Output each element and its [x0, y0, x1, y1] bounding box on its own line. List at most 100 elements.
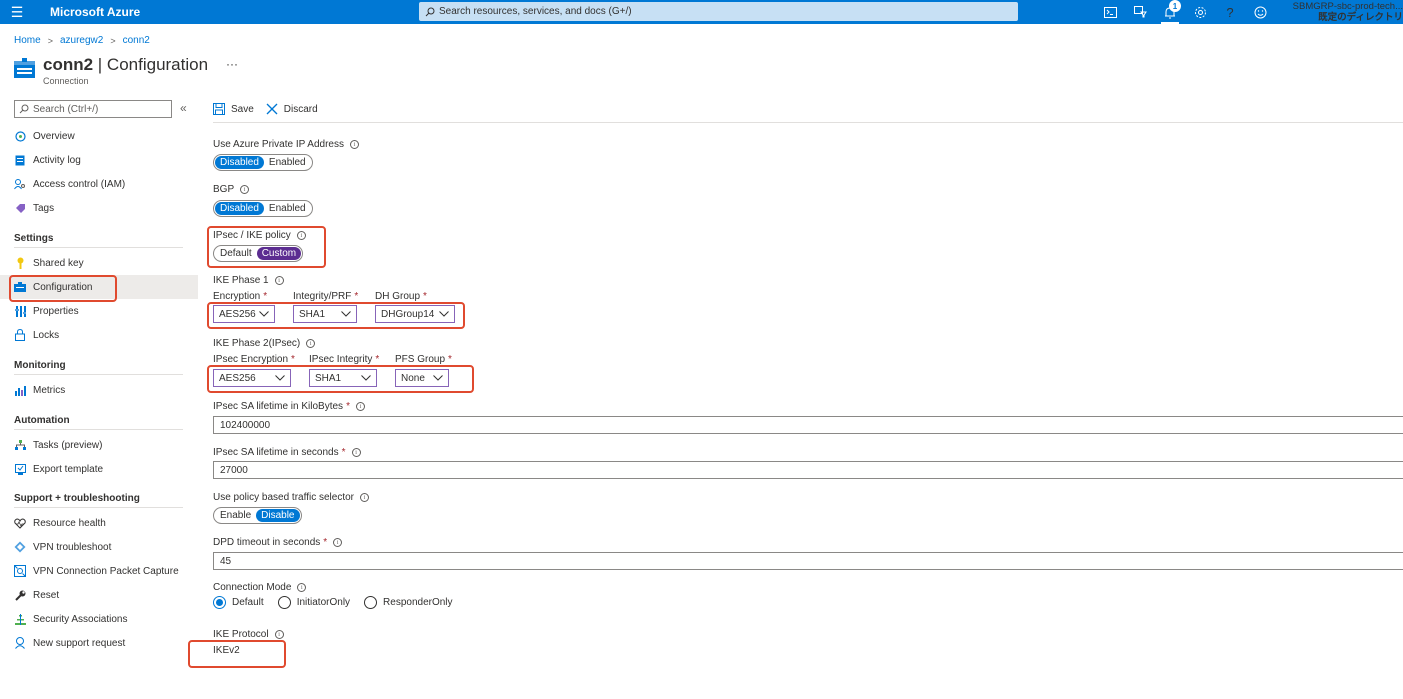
sidebar-item-tags[interactable]: Tags: [0, 196, 198, 220]
integrity-dropdown[interactable]: SHA1: [293, 305, 357, 323]
private-ip-enabled-option[interactable]: Enabled: [264, 156, 311, 169]
dpd-timeout-input[interactable]: 45: [213, 552, 1403, 570]
ipsec-policy-label: IPsec / IKE policy i: [213, 230, 306, 241]
menu-search-input[interactable]: Search (Ctrl+/): [14, 100, 172, 118]
connection-mode-radio-group: Default InitiatorOnly ResponderOnly: [213, 596, 467, 609]
private-ip-toggle[interactable]: Disabled Enabled: [213, 154, 313, 171]
policy-selector-enable-option[interactable]: Enable: [215, 509, 256, 522]
info-icon[interactable]: i: [274, 276, 284, 285]
sidebar-section-automation: Automation: [14, 415, 70, 426]
chevron-down-icon: [275, 375, 285, 381]
encryption-dropdown[interactable]: AES256: [213, 305, 275, 323]
sidebar-item-security-associations[interactable]: Security Associations: [0, 607, 198, 631]
close-icon: [266, 103, 278, 115]
tag-icon: [14, 202, 26, 214]
more-actions-button[interactable]: ···: [226, 57, 238, 71]
info-icon[interactable]: i: [333, 538, 343, 547]
dh-group-dropdown[interactable]: DHGroup14: [375, 305, 455, 323]
info-icon[interactable]: i: [297, 583, 307, 592]
info-icon[interactable]: i: [306, 339, 316, 348]
sidebar-item-tasks[interactable]: Tasks (preview): [0, 433, 198, 457]
page-header: conn2 | Configuration Connection ···: [14, 55, 238, 86]
sidebar-item-resource-health[interactable]: Resource health: [0, 511, 198, 535]
account-menu[interactable]: SBMGRP-sbc-prod-tech... 既定のディレクトリ: [1285, 1, 1403, 23]
pfs-group-dropdown[interactable]: None: [395, 369, 449, 387]
sidebar-item-packet-capture[interactable]: VPN Connection Packet Capture: [0, 559, 198, 583]
policy-selector-label: Use policy based traffic selector i: [213, 492, 369, 503]
sidebar-item-locks[interactable]: Locks: [0, 323, 198, 347]
info-icon[interactable]: i: [350, 140, 359, 149]
discard-button[interactable]: Discard: [266, 103, 318, 115]
info-icon[interactable]: i: [360, 493, 369, 502]
settings-gear-icon[interactable]: [1185, 0, 1215, 24]
sidebar-item-vpn-troubleshoot[interactable]: VPN troubleshoot: [0, 535, 198, 559]
info-icon[interactable]: i: [355, 402, 365, 411]
iam-icon: [14, 178, 26, 190]
feedback-smiley-icon[interactable]: [1245, 0, 1275, 24]
bgp-toggle[interactable]: Disabled Enabled: [213, 200, 313, 217]
vpn-troubleshoot-icon: [14, 541, 26, 553]
breadcrumb-gateway[interactable]: azuregw2: [60, 35, 103, 46]
sidebar-item-configuration[interactable]: Configuration: [0, 275, 198, 299]
sa-kilobytes-input[interactable]: 102400000: [213, 416, 1403, 434]
info-icon[interactable]: i: [240, 185, 250, 194]
sidebar-section-settings: Settings: [14, 233, 54, 244]
info-icon[interactable]: i: [274, 630, 284, 639]
lock-icon: [14, 329, 26, 341]
ipsec-policy-toggle[interactable]: Default Custom: [213, 245, 304, 262]
sidebar-item-properties[interactable]: Properties: [0, 299, 198, 323]
ipsec-integrity-dropdown[interactable]: SHA1: [309, 369, 377, 387]
sa-seconds-input[interactable]: 27000: [213, 461, 1403, 479]
sidebar-item-export-template[interactable]: Export template: [0, 457, 198, 481]
sidebar-item-shared-key[interactable]: Shared key: [0, 251, 198, 275]
breadcrumb-home[interactable]: Home: [14, 35, 41, 46]
private-ip-disabled-option[interactable]: Disabled: [215, 156, 264, 169]
page-title: conn2 | Configuration: [43, 55, 209, 74]
packet-capture-icon: [14, 565, 26, 577]
sidebar-section-support: Support + troubleshooting: [14, 493, 140, 504]
notifications-bell-icon[interactable]: 1: [1155, 0, 1185, 24]
global-search-input[interactable]: Search resources, services, and docs (G+…: [419, 2, 1018, 21]
policy-selector-toggle[interactable]: Enable Disable: [213, 507, 302, 524]
properties-icon: [14, 305, 26, 317]
breadcrumb-chevron-icon: >: [110, 35, 116, 46]
sidebar-item-new-support-request[interactable]: New support request: [0, 631, 198, 655]
sidebar-item-overview[interactable]: Overview: [0, 124, 198, 148]
sidebar-item-metrics[interactable]: Metrics: [0, 378, 198, 402]
support-person-icon: [14, 637, 26, 649]
activity-log-icon: [14, 154, 26, 166]
sidebar-item-iam[interactable]: Access control (IAM): [0, 172, 198, 196]
policy-selector-disable-option[interactable]: Disable: [256, 509, 300, 522]
sidebar-item-activity-log[interactable]: Activity log: [0, 148, 198, 172]
portal-brand[interactable]: Microsoft Azure: [50, 5, 418, 19]
cloud-shell-icon[interactable]: [1095, 0, 1125, 24]
hamburger-menu-icon[interactable]: ☰: [0, 0, 34, 24]
bgp-enabled-option[interactable]: Enabled: [264, 202, 311, 215]
bgp-disabled-option[interactable]: Disabled: [215, 202, 264, 215]
connection-mode-default-radio[interactable]: Default: [213, 596, 264, 609]
chevron-down-icon: [361, 375, 371, 381]
connection-mode-initiator-radio[interactable]: InitiatorOnly: [277, 596, 350, 609]
bgp-label: BGP i: [213, 184, 250, 195]
connection-mode-responder-radio[interactable]: ResponderOnly: [364, 596, 453, 609]
reset-wrench-icon: [14, 589, 26, 601]
divider: [14, 247, 183, 248]
connection-mode-label: Connection Mode i: [213, 582, 307, 593]
ipsec-policy-default-option[interactable]: Default: [215, 247, 257, 260]
save-button[interactable]: Save: [213, 103, 254, 115]
breadcrumb-connection[interactable]: conn2: [123, 35, 150, 46]
search-icon: [19, 104, 29, 114]
chevron-down-icon: [341, 311, 351, 317]
directory-filter-icon[interactable]: [1125, 0, 1155, 24]
info-icon[interactable]: i: [296, 231, 306, 240]
info-icon[interactable]: i: [351, 448, 361, 457]
sidebar-item-reset[interactable]: Reset: [0, 583, 198, 607]
help-icon[interactable]: ?: [1215, 0, 1245, 24]
collapse-menu-icon[interactable]: «: [180, 101, 187, 115]
security-associations-icon: [14, 613, 26, 625]
account-name: SBMGRP-sbc-prod-tech...: [1292, 1, 1403, 12]
ipsec-policy-custom-option[interactable]: Custom: [256, 247, 302, 260]
private-ip-label: Use Azure Private IP Address i: [213, 139, 359, 150]
global-search-placeholder: Search resources, services, and docs (G+…: [439, 6, 632, 17]
ipsec-encryption-dropdown[interactable]: AES256: [213, 369, 291, 387]
